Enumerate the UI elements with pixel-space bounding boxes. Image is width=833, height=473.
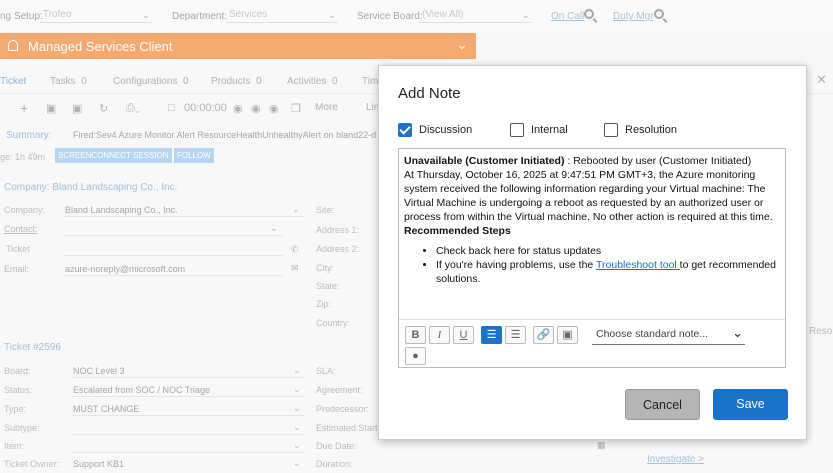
- add-note-dialog: Add Note Discussion Internal Resolution …: [378, 65, 807, 440]
- list-item-text: If you're having problems, use the: [436, 259, 596, 271]
- list-item: If you're having problems, use the Troub…: [436, 258, 784, 286]
- resolution-label[interactable]: Resolution: [625, 124, 677, 136]
- bullet-list-icon[interactable]: ☰: [481, 326, 502, 344]
- standard-note-placeholder: Choose standard note...: [596, 328, 709, 340]
- bold-button[interactable]: B: [405, 326, 426, 344]
- save-button[interactable]: Save: [713, 389, 788, 420]
- internal-checkbox[interactable]: [510, 123, 524, 137]
- link-icon[interactable]: 🔗: [533, 326, 554, 344]
- cancel-button[interactable]: Cancel: [625, 389, 700, 420]
- note-steps-list: Check back here for status updates If yo…: [436, 244, 784, 286]
- editor-toolbar: B I U ☰ ☰ 🔗 ▣ ● Choose standard note... …: [399, 319, 785, 367]
- standard-note-select[interactable]: Choose standard note... ⌄: [592, 325, 745, 345]
- discussion-label[interactable]: Discussion: [419, 124, 472, 136]
- note-heading-rest: : Rebooted by user (Customer Initiated): [564, 155, 752, 167]
- microphone-icon[interactable]: ●: [405, 347, 426, 365]
- list-item: Check back here for status updates: [436, 244, 784, 258]
- note-heading-bold: Unavailable (Customer Initiated): [404, 155, 565, 167]
- note-editor[interactable]: Unavailable (Customer Initiated) : Reboo…: [398, 148, 786, 368]
- image-icon[interactable]: ▣: [557, 326, 578, 344]
- note-steps-heading: Recommended Steps: [404, 225, 511, 237]
- numbered-list-icon[interactable]: ☰: [505, 326, 526, 344]
- note-text-area[interactable]: Unavailable (Customer Initiated) : Reboo…: [404, 154, 784, 286]
- internal-label[interactable]: Internal: [531, 124, 568, 136]
- italic-button[interactable]: I: [429, 326, 450, 344]
- resolution-checkbox[interactable]: [604, 123, 618, 137]
- chevron-down-icon: ⌄: [732, 325, 743, 340]
- dialog-title: Add Note: [398, 85, 461, 102]
- note-paragraph: At Thursday, October 16, 2025 at 9:47:51…: [404, 169, 773, 223]
- discussion-checkbox[interactable]: [398, 123, 412, 137]
- underline-button[interactable]: U: [453, 326, 474, 344]
- troubleshoot-tool-link[interactable]: Troubleshoot tool: [596, 259, 680, 271]
